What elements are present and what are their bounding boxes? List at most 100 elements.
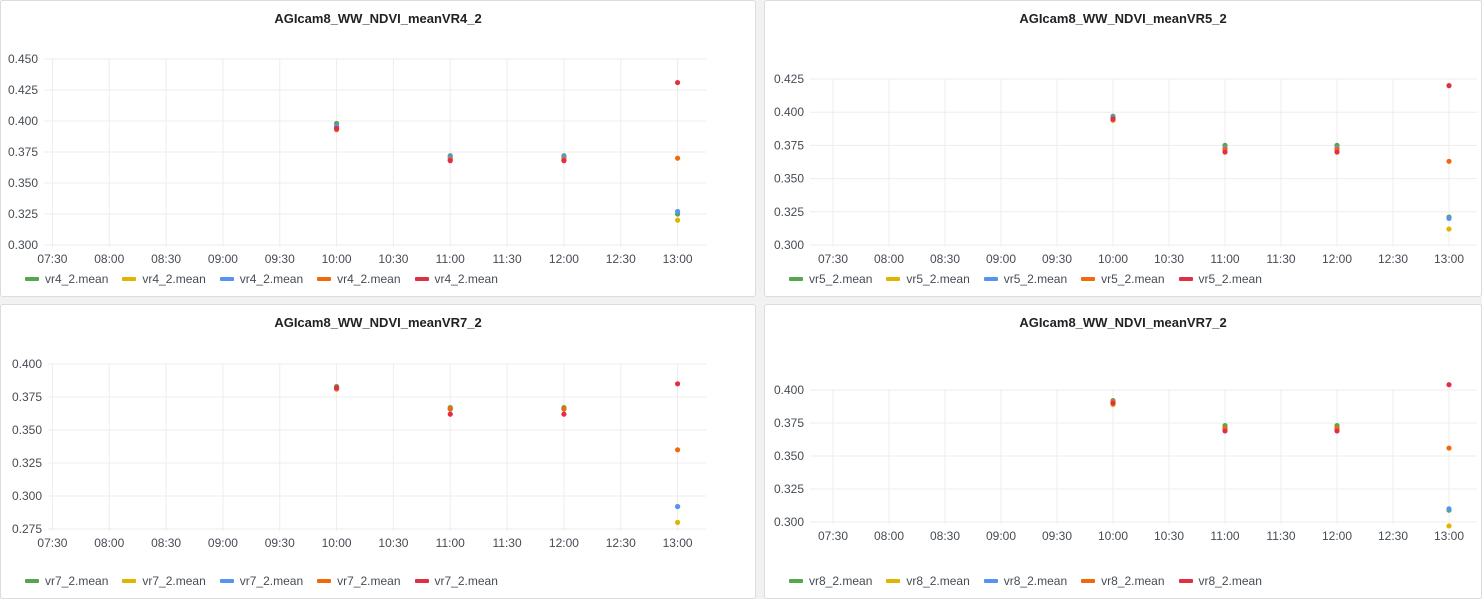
legend-swatch bbox=[1081, 277, 1096, 281]
legend-swatch bbox=[317, 579, 332, 583]
legend-swatch bbox=[414, 579, 429, 583]
x-tick-label: 10:30 bbox=[1154, 252, 1184, 266]
chart-plot-vr5: 0.425 0.400 0.375 0.350 0.325 0.300 07:30 08:00… bbox=[774, 72, 1477, 266]
x-tick-label: 08:00 bbox=[874, 252, 904, 266]
x-tick-label: 07:30 bbox=[37, 252, 67, 266]
legend-item[interactable]: vr7_2.mean bbox=[317, 574, 401, 588]
data-point bbox=[674, 519, 681, 525]
legend-swatch bbox=[219, 579, 234, 583]
legend-swatch bbox=[789, 277, 803, 281]
legend-item[interactable]: vr8_2.mean bbox=[983, 574, 1067, 588]
legend-swatch bbox=[983, 277, 998, 281]
legend-label: vr4_2.mean bbox=[142, 272, 206, 286]
data-point bbox=[561, 411, 567, 417]
x-tick-label: 11:00 bbox=[436, 252, 465, 266]
x-tick-label: 11:00 bbox=[436, 536, 465, 550]
x-tick-label: 12:00 bbox=[1322, 252, 1352, 266]
x-tick-label: 12:30 bbox=[606, 536, 636, 550]
data-point bbox=[1446, 382, 1452, 388]
x-tick-label: 11:30 bbox=[493, 252, 522, 266]
legend-item[interactable]: vr8_2.mean bbox=[789, 574, 872, 588]
x-tick-label: 09:00 bbox=[986, 529, 1016, 543]
legend-item[interactable]: vr8_2.mean bbox=[1081, 574, 1165, 588]
legend-label: vr4_2.mean bbox=[239, 272, 304, 286]
data-point bbox=[1446, 523, 1452, 529]
x-tick-label: 07:30 bbox=[818, 529, 848, 543]
legend-item[interactable]: vr4_2.mean bbox=[414, 272, 498, 286]
x-tick-label: 09:30 bbox=[1042, 252, 1072, 266]
x-tick-label: 12:30 bbox=[1378, 529, 1408, 543]
x-tick-label: 10:00 bbox=[1098, 529, 1128, 543]
legend-label: vr8_2.mean bbox=[1198, 574, 1262, 588]
legend-item[interactable]: vr7_2.mean bbox=[25, 574, 108, 588]
data-point bbox=[674, 217, 681, 223]
legend-item[interactable]: vr8_2.mean bbox=[1178, 574, 1262, 588]
legend-swatch bbox=[122, 277, 137, 281]
chart-legend: vr8_2.mean vr8_2.mean vr8_2.mean vr8_2.mean… bbox=[789, 574, 1262, 588]
legend-item[interactable]: vr5_2.mean bbox=[983, 272, 1067, 286]
x-tick-label: 08:30 bbox=[151, 536, 181, 550]
data-point bbox=[447, 158, 453, 164]
x-tick-label: 09:00 bbox=[986, 252, 1016, 266]
x-tick-label: 13:00 bbox=[1434, 252, 1464, 266]
y-tick-label: 0.375 bbox=[12, 390, 42, 404]
legend-item[interactable]: vr5_2.mean bbox=[1178, 272, 1262, 286]
x-tick-label: 11:30 bbox=[1266, 529, 1295, 543]
legend-swatch bbox=[414, 277, 429, 281]
y-tick-label: 0.275 bbox=[12, 522, 42, 536]
data-point bbox=[674, 503, 681, 510]
legend-item[interactable]: vr4_2.mean bbox=[25, 272, 108, 286]
x-tick-label: 12:00 bbox=[1322, 529, 1352, 543]
x-tick-label: 07:30 bbox=[37, 536, 67, 550]
chart-panel-vr4: AGIcam8_WW_NDVI_meanVR4_2 0.450 0.425 0.40… bbox=[0, 0, 756, 297]
legend-item[interactable]: vr7_2.mean bbox=[219, 574, 304, 588]
data-point bbox=[561, 158, 567, 164]
x-tick-label: 11:30 bbox=[493, 536, 522, 550]
y-tick-label: 0.325 bbox=[774, 205, 804, 219]
legend-swatch bbox=[886, 579, 901, 583]
legend-swatch bbox=[219, 277, 234, 281]
x-tick-label: 09:30 bbox=[1042, 529, 1072, 543]
data-point bbox=[674, 155, 681, 161]
data-point bbox=[674, 381, 681, 387]
y-tick-label: 0.400 bbox=[8, 114, 38, 128]
x-tick-label: 08:00 bbox=[94, 252, 124, 266]
chart-panel-vr5: AGIcam8_WW_NDVI_meanVR5_2 0.425 0.400 0.37… bbox=[764, 0, 1482, 297]
legend-label: vr7_2.mean bbox=[239, 574, 304, 588]
legend-swatch bbox=[122, 579, 137, 583]
legend-item[interactable]: vr7_2.mean bbox=[414, 574, 498, 588]
x-tick-label: 12:00 bbox=[549, 252, 579, 266]
chart-legend: vr7_2.mean vr7_2.mean vr7_2.mean vr7_2.mean… bbox=[25, 574, 498, 588]
legend-label: vr7_2.mean bbox=[142, 574, 206, 588]
legend-item[interactable]: vr7_2.mean bbox=[122, 574, 206, 588]
data-point bbox=[561, 406, 567, 412]
data-point bbox=[1222, 149, 1228, 155]
legend-label: vr8_2.mean bbox=[809, 574, 873, 588]
legend-swatch bbox=[789, 579, 803, 583]
legend-item[interactable]: vr5_2.mean bbox=[789, 272, 872, 286]
legend-swatch bbox=[1081, 579, 1096, 583]
legend-item[interactable]: vr4_2.mean bbox=[122, 272, 206, 286]
x-tick-label: 10:30 bbox=[1154, 529, 1184, 543]
legend-label: vr4_2.mean bbox=[337, 272, 401, 286]
data-point bbox=[447, 406, 453, 412]
data-point bbox=[333, 125, 340, 132]
x-tick-label: 10:30 bbox=[378, 252, 408, 266]
legend-item[interactable]: vr5_2.mean bbox=[886, 272, 970, 286]
legend-label: vr4_2.mean bbox=[45, 272, 109, 286]
legend-item[interactable]: vr4_2.mean bbox=[219, 272, 304, 286]
y-tick-label: 0.425 bbox=[8, 83, 38, 97]
x-tick-label: 13:00 bbox=[1434, 529, 1464, 543]
data-point bbox=[674, 79, 681, 86]
x-tick-label: 12:30 bbox=[606, 252, 636, 266]
data-point bbox=[674, 447, 681, 453]
chart-plot-vr7: 0.400 0.375 0.350 0.325 0.300 0.27507:30 08:00… bbox=[12, 357, 706, 550]
data-point bbox=[1110, 116, 1116, 122]
x-tick-label: 08:00 bbox=[94, 536, 124, 550]
legend-item[interactable]: vr5_2.mean bbox=[1081, 272, 1165, 286]
legend-item[interactable]: vr4_2.mean bbox=[317, 272, 401, 286]
legend-label: vr7_2.mean bbox=[337, 574, 401, 588]
y-tick-label: 0.375 bbox=[774, 416, 804, 430]
legend-label: vr8_2.mean bbox=[1101, 574, 1165, 588]
legend-item[interactable]: vr8_2.mean bbox=[886, 574, 970, 588]
